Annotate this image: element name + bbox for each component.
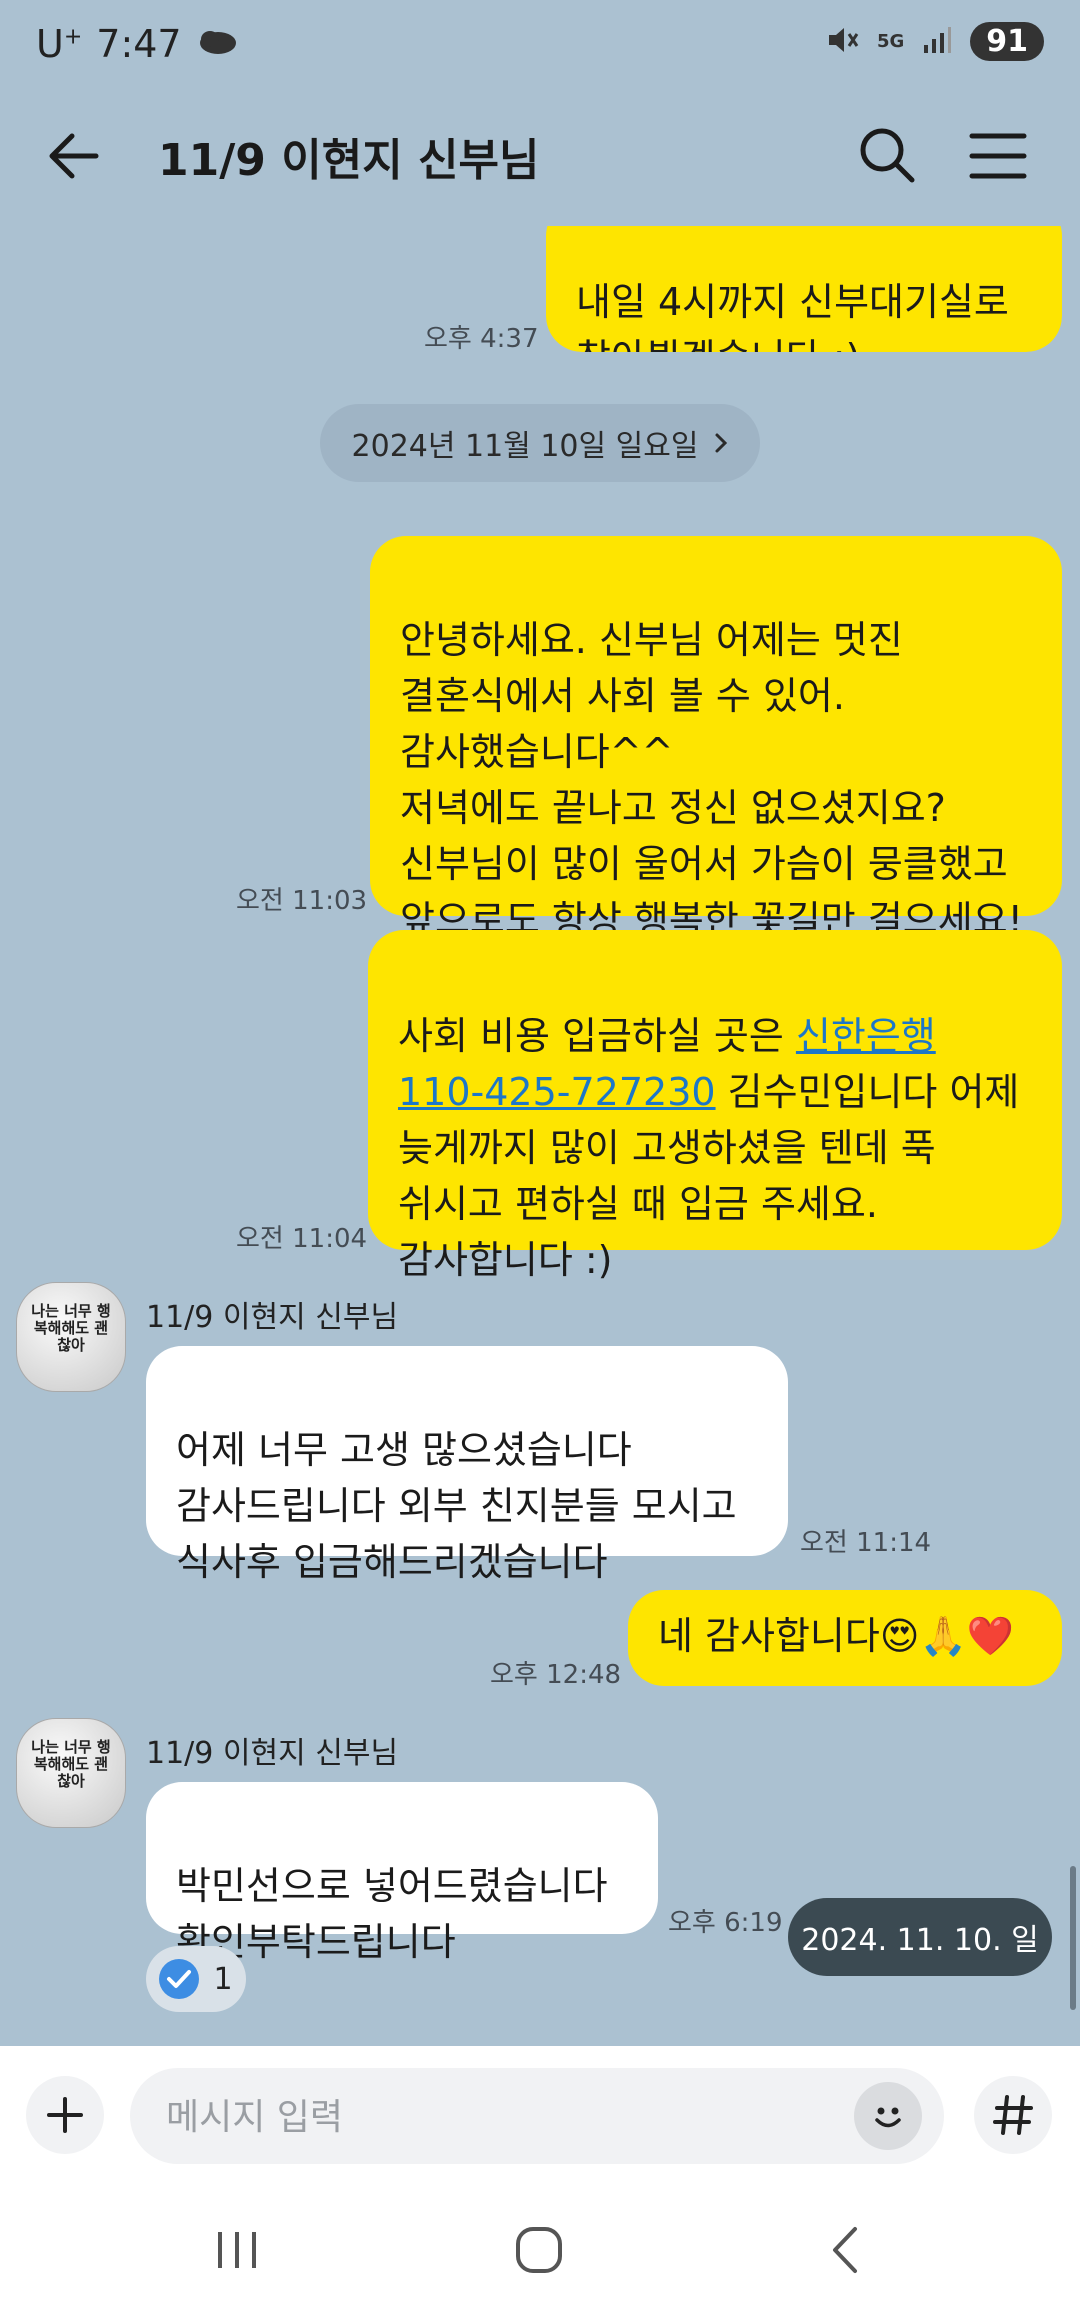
message-bubble[interactable]: 박민선으로 넣어드렸습니다 확인부탁드립니다: [146, 1782, 658, 1964]
message-input-container: [130, 2068, 944, 2164]
avatar[interactable]: 나는 너무 행복해해도 괜찮아: [16, 1718, 126, 1828]
check-icon: [159, 1959, 200, 1999]
attach-button[interactable]: [26, 2076, 104, 2154]
message-time: 오후 4:37: [424, 324, 539, 354]
sender-name: 11/9 이현지 신부님: [146, 1736, 399, 1771]
home-icon: [516, 2227, 562, 2273]
recent-apps-icon: [218, 2232, 256, 2268]
sender-name: 11/9 이현지 신부님: [146, 1300, 399, 1335]
clock: 7:47: [96, 22, 182, 66]
carrier-label: U+: [36, 22, 83, 66]
message-time: 오전 11:14: [800, 1528, 932, 1558]
message-bubble[interactable]: 안녕하세요. 신부님 어제는 멋진 결혼식에서 사회 볼 수 있어. 감사했습니…: [370, 536, 1062, 942]
date-divider[interactable]: 2024년 11월 10일 일요일: [320, 404, 760, 482]
message-bubble[interactable]: 어제 너무 고생 많으셨습니다 감사드립니다 외부 친지분들 모시고 식사후 입…: [146, 1346, 788, 1584]
smiley-icon: [875, 2107, 901, 2128]
signal-icon: [922, 25, 952, 59]
message-time: 오전 11:03: [236, 886, 368, 916]
message-bubble[interactable]: 네 감사합니다😍🙏❤️: [628, 1590, 1062, 1686]
message-time: 오후 6:19: [668, 1908, 783, 1938]
cloud-icon: [196, 22, 238, 66]
reaction-count: 1: [213, 1961, 233, 1997]
message-time: 오후 12:48: [490, 1660, 622, 1690]
plus-icon: [47, 2097, 83, 2133]
message-bubble[interactable]: 사회 비용 입금하실 곳은 신한은행 110-425-727230 김수민입니다…: [368, 930, 1062, 1282]
home-button[interactable]: [494, 2218, 584, 2282]
chat-title: 11/9 이현지 신부님: [158, 135, 540, 186]
input-bar: [0, 2046, 1080, 2184]
message-time: 오전 11:04: [236, 1224, 368, 1254]
battery-badge: 91: [970, 22, 1044, 61]
hashtag-icon: [993, 2095, 1033, 2135]
chat-header: 11/9 이현지 신부님: [0, 110, 1080, 202]
mute-icon: [825, 23, 859, 61]
system-nav-bar: [0, 2184, 1080, 2316]
network-label: 5G: [876, 31, 905, 52]
back-nav-button[interactable]: [800, 2218, 890, 2282]
status-bar: U+ 7:47 5G 91: [0, 0, 1080, 92]
hamburger-menu-icon: [969, 133, 1027, 179]
back-chevron-icon: [833, 2227, 857, 2273]
menu-button[interactable]: [968, 128, 1028, 184]
chevron-right-icon: [715, 433, 728, 453]
hashtag-button[interactable]: [974, 2076, 1052, 2154]
scrollbar[interactable]: [1070, 1866, 1076, 2010]
scroll-date-toast: 2024. 11. 10. 일: [788, 1898, 1052, 1976]
message-input[interactable]: [164, 2086, 848, 2148]
back-button[interactable]: [44, 128, 108, 184]
search-icon: [860, 128, 915, 183]
avatar[interactable]: 나는 너무 행복해해도 괜찮아: [16, 1282, 126, 1392]
emoji-button[interactable]: [854, 2082, 922, 2150]
recent-apps-button[interactable]: [192, 2218, 282, 2282]
message-bubble[interactable]: 내일 4시까지 신부대기실로 찾아뵙겠습니다 :): [546, 226, 1062, 352]
back-arrow-icon: [49, 133, 99, 179]
reaction-badge[interactable]: 1: [146, 1946, 246, 2012]
search-button[interactable]: [856, 124, 918, 186]
